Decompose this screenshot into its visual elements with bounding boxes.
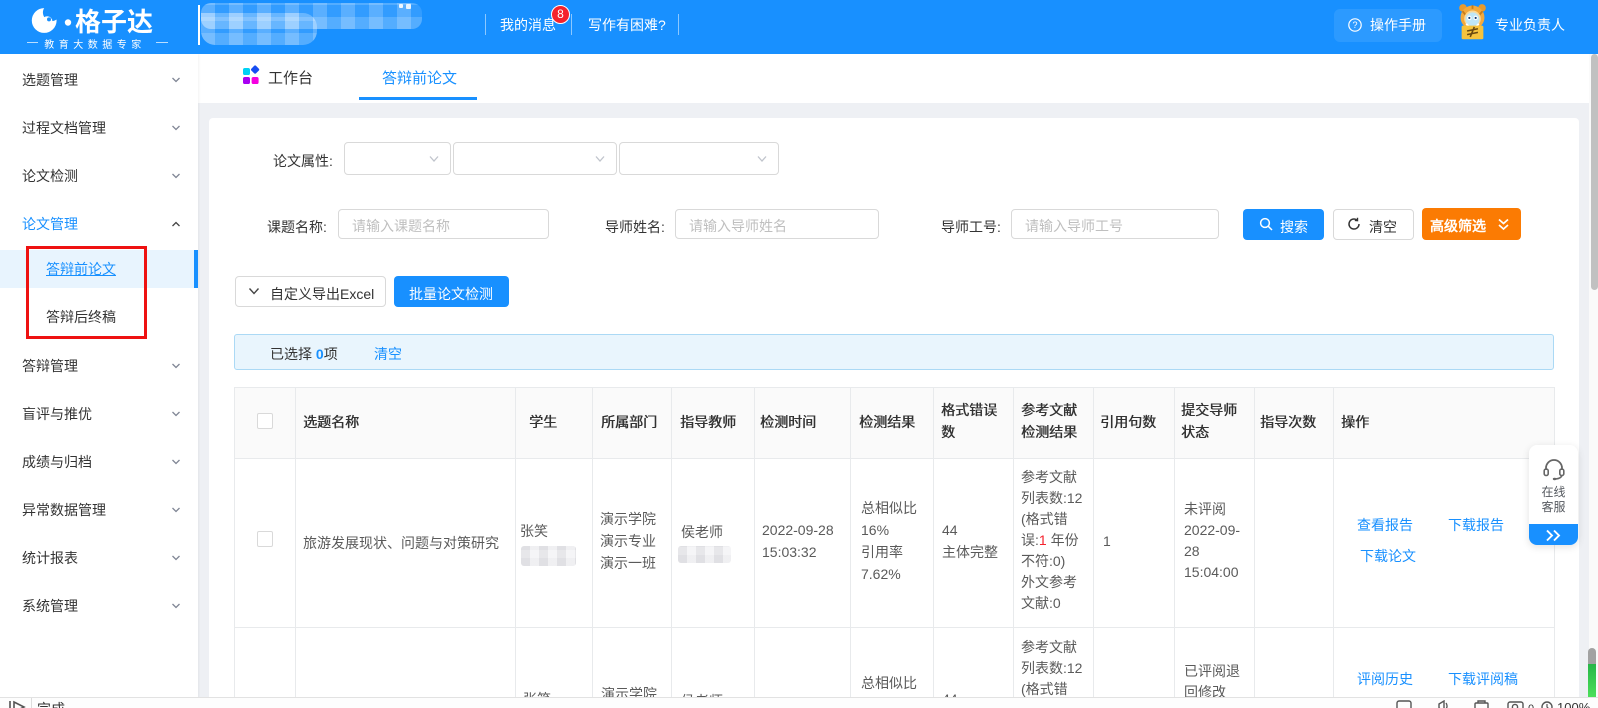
svg-text:100%: 100% [1557,700,1591,708]
svg-text:格子达: 格子达 [75,6,153,38]
svg-text:0: 0 [1528,703,1534,708]
svg-text:?: ? [1352,20,1357,30]
